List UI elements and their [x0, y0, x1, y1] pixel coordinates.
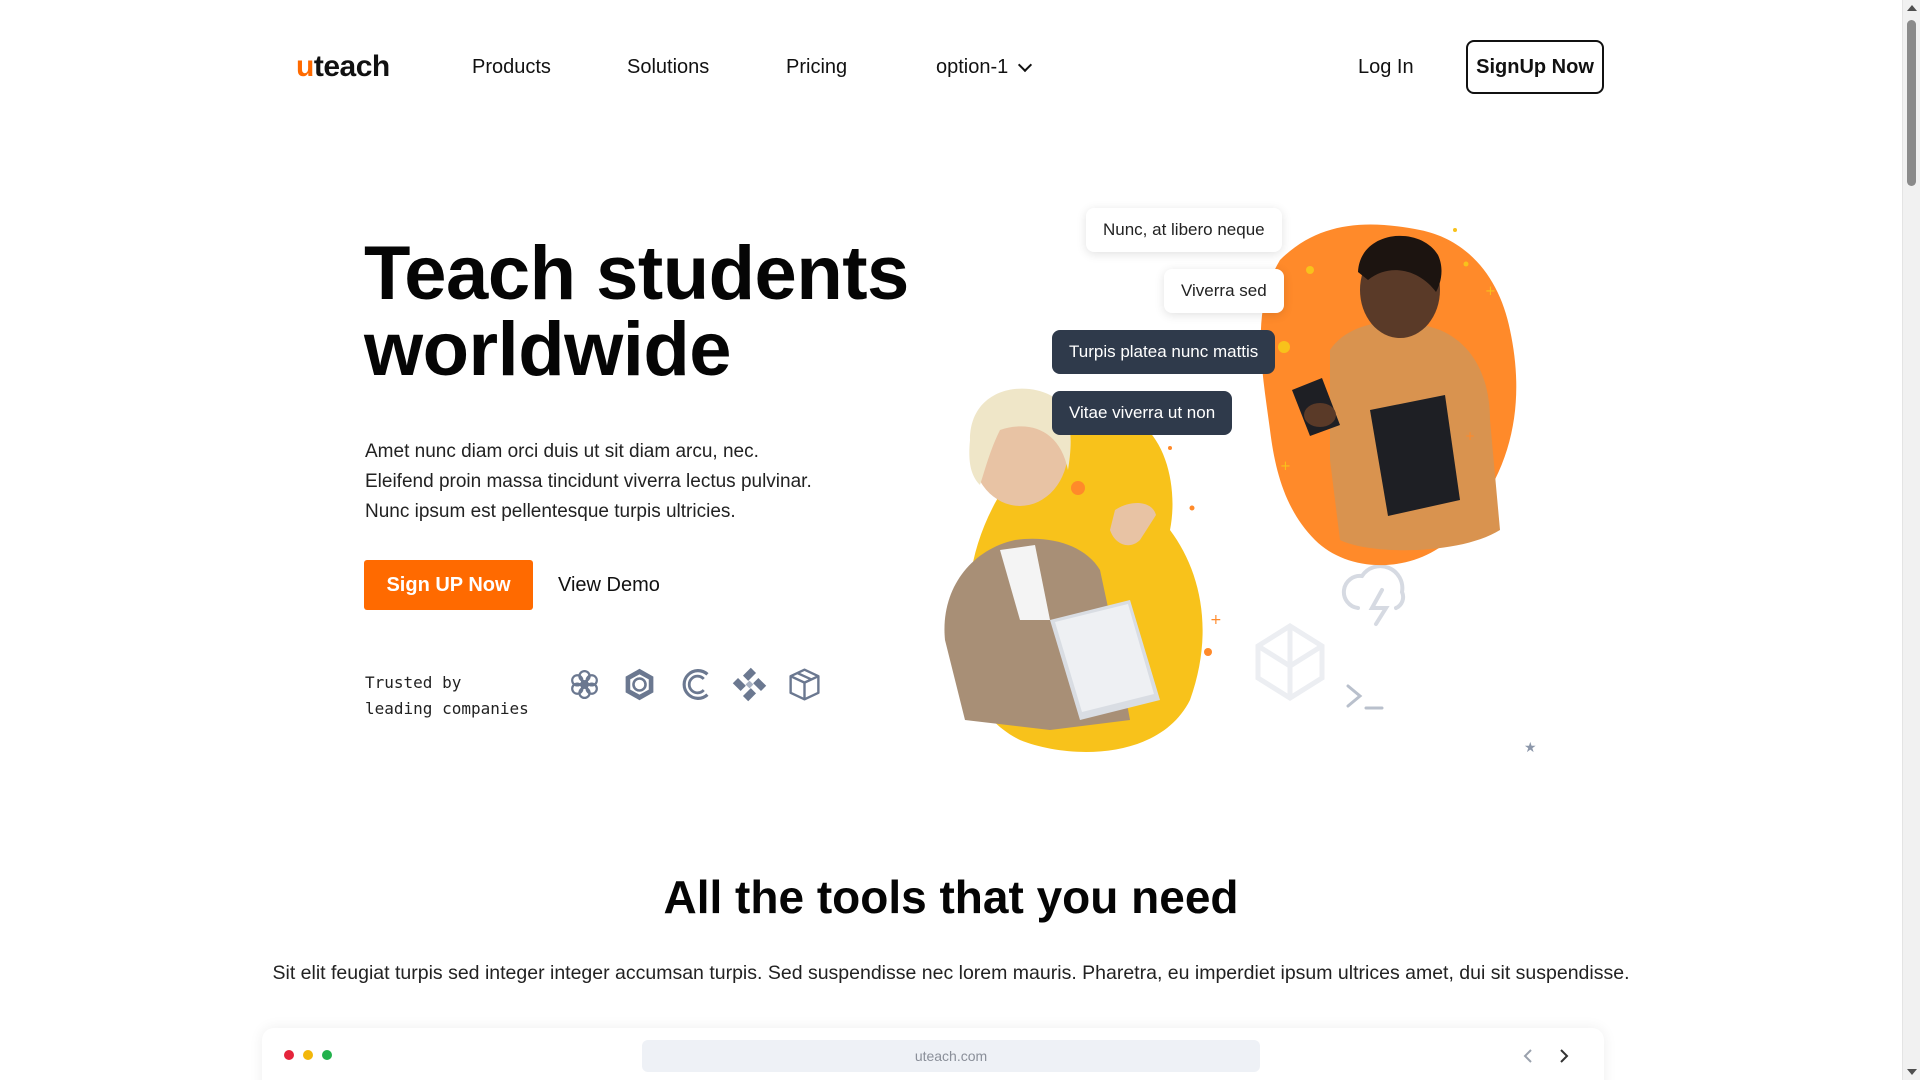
page-scrollbar[interactable]	[1902, 0, 1920, 1080]
hero-description-line: Eleifend proin massa tincidunt viverra l…	[365, 471, 812, 492]
browser-nav	[1518, 1046, 1574, 1066]
url-bar: uteach.com	[642, 1040, 1260, 1072]
nav-solutions[interactable]: Solutions	[627, 56, 709, 79]
hero-description: Amet nunc diam orci duis ut sit diam arc…	[365, 437, 865, 527]
hero-description-line: Amet nunc diam orci duis ut sit diam arc…	[365, 441, 759, 462]
nav-option-label: option-1	[936, 56, 1009, 78]
hero-signup-button[interactable]: Sign UP Now	[364, 560, 533, 610]
chevron-left-icon	[1523, 1049, 1532, 1063]
company-logos	[566, 666, 823, 703]
chevron-down-icon	[1018, 57, 1033, 72]
trusted-by-label: Trusted by leading companies	[365, 670, 529, 722]
chat-bubble: Turpis platea nunc mattis	[1052, 330, 1276, 374]
svg-text:★: ★	[1524, 740, 1537, 756]
hero-title: Teach students worldwide	[364, 236, 909, 388]
c-arc-icon	[682, 669, 709, 700]
logo[interactable]: u teach	[296, 50, 390, 84]
hero-title-line-1: Teach students	[364, 231, 909, 316]
svg-text:+: +	[1280, 459, 1291, 474]
window-controls	[284, 1050, 332, 1060]
x-cross-icon	[732, 667, 767, 702]
svg-text:+: +	[1210, 612, 1222, 628]
close-dot-icon	[284, 1050, 294, 1060]
logo-text: teach	[313, 50, 390, 83]
svg-text:+: +	[1485, 284, 1496, 299]
chevron-right-icon	[1560, 1049, 1569, 1063]
cube-icon	[789, 668, 820, 701]
chat-bubble: Viverra sed	[1164, 269, 1284, 313]
scrollbar-thumb[interactable]	[1907, 20, 1916, 186]
tools-section-title: All the tools that you need	[663, 871, 1239, 923]
svg-text:+: +	[1465, 429, 1475, 443]
logo-mark: u	[296, 50, 314, 83]
cloud-lightning-icon	[1341, 564, 1406, 626]
terminal-icon	[1346, 684, 1384, 710]
chat-bubble: Nunc, at libero neque	[1086, 208, 1282, 252]
trusted-line: Trusted by	[365, 673, 462, 692]
nav-option-dropdown[interactable]: option-1	[936, 56, 1033, 79]
flower-icon	[571, 669, 598, 700]
tools-section-description: Sit elit feugiat turpis sed integer inte…	[272, 962, 1630, 984]
nav-pricing[interactable]: Pricing	[786, 56, 847, 79]
login-link[interactable]: Log In	[1358, 56, 1414, 79]
nav-products[interactable]: Products	[472, 56, 551, 79]
trusted-line: leading companies	[365, 699, 529, 718]
scroll-down-icon[interactable]	[1907, 1069, 1917, 1075]
signup-button[interactable]: SignUp Now	[1466, 40, 1604, 94]
hero-title-line-2: worldwide	[364, 307, 732, 392]
hexagon-icon	[625, 668, 654, 701]
maximize-dot-icon	[322, 1050, 332, 1060]
scroll-up-icon[interactable]	[1907, 5, 1917, 11]
minimize-dot-icon	[303, 1050, 313, 1060]
chat-bubble: Vitae viverra ut non	[1052, 391, 1233, 435]
codepen-icon	[1255, 623, 1325, 701]
view-demo-link[interactable]: View Demo	[558, 574, 660, 597]
hero-description-line: Nunc ipsum est pellentesque turpis ultri…	[365, 501, 736, 522]
browser-mockup: uteach.com	[262, 1028, 1604, 1080]
